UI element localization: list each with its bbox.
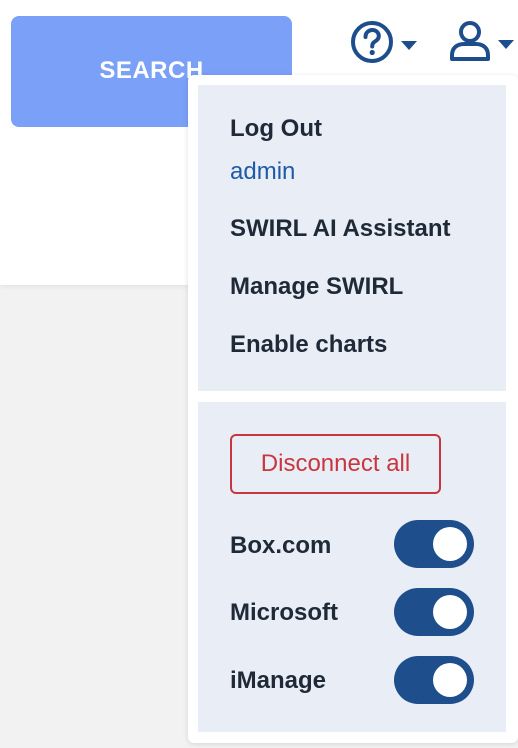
user-menu-toggle[interactable] [448, 20, 518, 66]
box-connection-toggle[interactable] [394, 520, 474, 568]
user-dropdown-menu: Log Out admin SWIRL AI Assistant Manage … [188, 75, 518, 743]
connection-label-box: Box.com [230, 532, 332, 559]
imanage-connection-toggle[interactable] [394, 656, 474, 704]
toggle-knob [433, 595, 467, 629]
toggle-knob [433, 663, 467, 697]
enable-charts-menu-item[interactable]: Enable charts [230, 331, 387, 359]
toggle-knob [433, 527, 467, 561]
manage-swirl-menu-item[interactable]: Manage SWIRL [230, 273, 403, 301]
microsoft-connection-toggle[interactable] [394, 588, 474, 636]
caret-down-icon [498, 39, 514, 49]
disconnect-all-button[interactable]: Disconnect all [230, 434, 441, 494]
connection-label-imanage: iManage [230, 667, 327, 694]
log-out-menu-item[interactable]: Log Out [230, 115, 322, 143]
account-menu-section: Log Out admin SWIRL AI Assistant Manage … [198, 85, 506, 391]
connections-section: Disconnect all Box.com Microsoft iManage [198, 402, 506, 732]
caret-down-icon [401, 40, 417, 50]
user-icon [448, 19, 492, 68]
help-menu-toggle[interactable] [349, 20, 427, 66]
help-circle-icon [349, 19, 395, 70]
username-label: admin [230, 158, 296, 185]
swirl-ai-assistant-menu-item[interactable]: SWIRL AI Assistant [230, 215, 450, 243]
connection-label-microsoft: Microsoft [230, 599, 338, 626]
